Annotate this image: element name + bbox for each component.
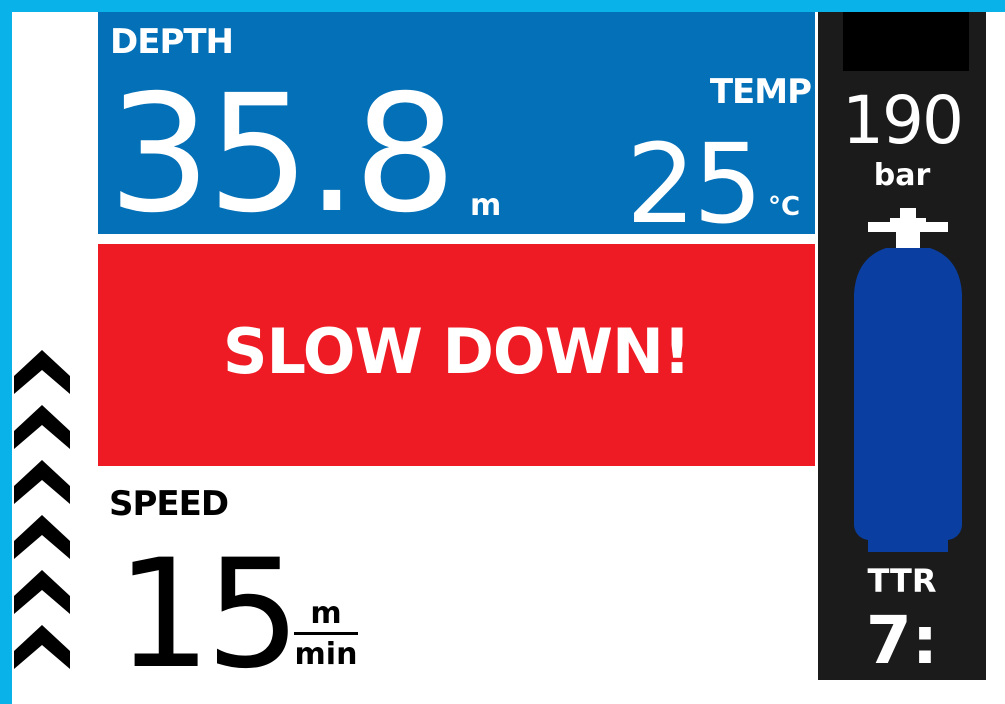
- speed-unit-denominator: min: [294, 637, 358, 672]
- tank-pressure-unit: bar: [873, 158, 931, 193]
- cylinder-icon: [854, 208, 962, 552]
- tank-pressure-value: 190: [842, 82, 964, 159]
- ttr-value: 7:: [865, 602, 939, 679]
- warning-text: SLOW DOWN!: [222, 314, 691, 388]
- speed-label: SPEED: [109, 484, 229, 524]
- temp-label: TEMP: [709, 72, 812, 112]
- fraction-bar: [294, 632, 358, 635]
- ttr-label: TTR: [867, 562, 937, 600]
- slow-down-warning: SLOW DOWN!: [98, 244, 815, 466]
- ascent-rate-arrows: [12, 350, 72, 690]
- chevron-up-icon: [14, 350, 70, 669]
- temp-value: 25: [626, 120, 763, 248]
- depth-panel: DEPTH 35.8 m TEMP 25 °C: [98, 12, 815, 249]
- depth-value: 35.8: [108, 61, 457, 249]
- dive-computer-screen: DEPTH 35.8 m TEMP 25 °C SLOW DOWN! SPEED…: [12, 12, 1005, 704]
- speed-value: 15: [116, 528, 301, 702]
- speed-unit: m min: [294, 598, 358, 671]
- status-block: [843, 12, 969, 71]
- temp-unit: °C: [768, 192, 801, 222]
- speed-unit-numerator: m: [310, 596, 342, 631]
- tank-panel: 190 bar TTR 7:: [818, 12, 986, 680]
- depth-unit: m: [470, 188, 502, 223]
- depth-label: DEPTH: [110, 22, 234, 62]
